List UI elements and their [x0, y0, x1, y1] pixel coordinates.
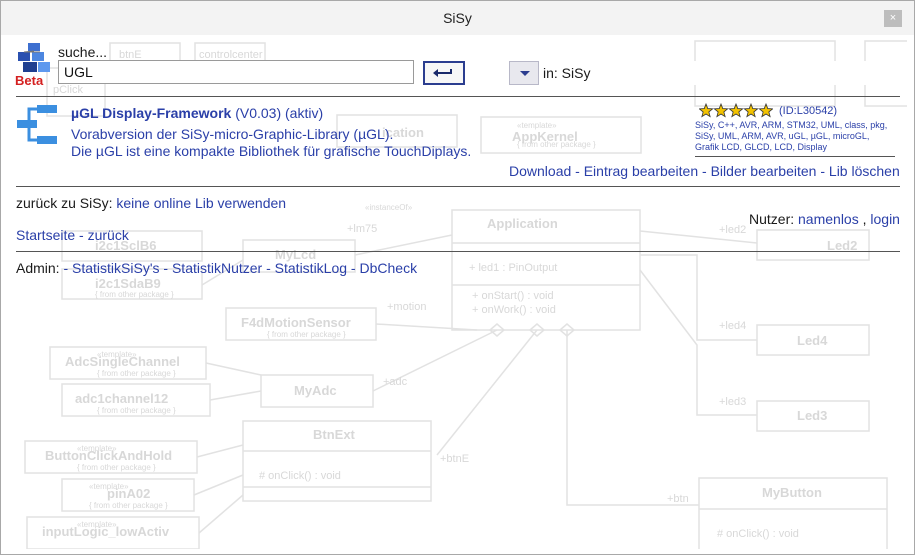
window-title: SiSy — [443, 10, 472, 26]
divider-top — [16, 96, 900, 97]
search-label: suche... — [58, 44, 108, 60]
enter-arrow-icon — [433, 69, 452, 77]
edit-images-link[interactable]: Bilder bearbeiten — [711, 163, 817, 179]
result-desc-2: Die µGL ist eine kompakte Bibliothek für… — [71, 143, 472, 159]
title-bar: SiSy × — [1, 1, 914, 35]
delete-lib-link[interactable]: Lib löschen — [829, 163, 900, 179]
result-version: (V0.03) — [235, 105, 282, 121]
result-status: (aktiv) — [285, 105, 324, 121]
divider-middle — [16, 186, 900, 187]
app-window: SiSy × Application Led2 Led4 Led3 MyButt… — [0, 0, 915, 555]
content-area: Application Led2 Led4 Led3 MyButton BtnE… — [7, 35, 907, 549]
username-link[interactable]: namenlos — [798, 211, 859, 227]
star-2 — [713, 102, 729, 118]
back-link[interactable]: zurück — [88, 227, 129, 243]
result-id: (ID:L30542) — [779, 105, 838, 117]
result-title-link[interactable]: µGL Display-Framework — [71, 105, 231, 121]
user-label: Nutzer: — [749, 211, 795, 227]
result-tags: SiSy, C++, AVR, ARM, STM32, UML, class, … — [695, 120, 895, 157]
home-link[interactable]: Startseite — [16, 227, 75, 243]
back-prefix: zurück zu SiSy: — [16, 195, 113, 211]
separator: - — [262, 260, 275, 276]
scope-dropdown-button[interactable] — [509, 61, 539, 85]
result-actions: Download - Eintrag bearbeiten - Bilder b… — [509, 163, 900, 179]
user-row: Nutzer: namenlos , login — [749, 211, 900, 227]
rating-stars-icon — [698, 102, 774, 118]
admin-label: Admin: — [16, 260, 60, 276]
user-separator: , — [862, 211, 867, 227]
admin-link-statistik-log[interactable]: StatistikLog — [275, 260, 347, 276]
star-3 — [728, 102, 744, 118]
search-scope-select[interactable]: in: SiSy — [509, 61, 873, 85]
result-header: µGL Display-Framework (V0.03) (aktiv) — [71, 105, 323, 121]
star-4 — [743, 102, 759, 118]
result-desc-1: Vorabversion der SiSy-micro-Graphic-Libr… — [71, 126, 394, 142]
no-online-lib-link[interactable]: keine online Lib verwenden — [116, 195, 286, 211]
separator: - — [63, 260, 73, 276]
divider-bottom — [16, 251, 900, 252]
edit-entry-link[interactable]: Eintrag bearbeiten — [584, 163, 698, 179]
search-submit-button[interactable] — [423, 61, 465, 85]
separator: - — [75, 227, 88, 243]
star-5 — [758, 102, 774, 118]
chevron-down-icon — [520, 71, 530, 76]
admin-link-dbcheck[interactable]: DbCheck — [360, 260, 418, 276]
star-1 — [698, 102, 714, 118]
close-button[interactable]: × — [884, 10, 902, 27]
separator: - — [159, 260, 172, 276]
separator: - — [571, 163, 584, 179]
nav-row: Startseite - zurück — [16, 227, 129, 243]
separator: - — [816, 163, 829, 179]
login-link[interactable]: login — [870, 211, 900, 227]
download-link[interactable]: Download — [509, 163, 571, 179]
separator: - — [698, 163, 711, 179]
beta-badge: Beta — [15, 73, 44, 88]
scope-value: in: SiSy — [543, 65, 591, 81]
separator: - — [347, 260, 360, 276]
admin-link-statistik-nutzer[interactable]: StatistikNutzer — [172, 260, 262, 276]
admin-row: Admin: - StatistikSiSy's - StatistikNutz… — [16, 260, 417, 276]
foreground-layer: Beta suche... in: SiSy — [7, 35, 907, 549]
back-to-sisy-row: zurück zu SiSy: keine online Lib verwend… — [16, 195, 286, 211]
admin-link-statistik-sisy[interactable]: StatistikSiSy's — [72, 260, 159, 276]
search-input[interactable] — [58, 60, 414, 84]
library-icon — [17, 105, 57, 144]
